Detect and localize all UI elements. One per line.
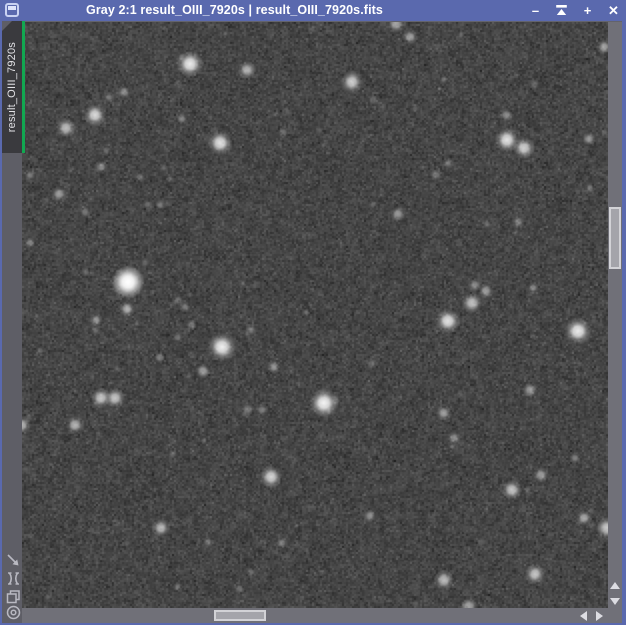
resize-arrow-button[interactable] — [5, 552, 22, 569]
horizontal-scrollbar[interactable] — [22, 608, 608, 623]
tab-label: result_OIII_7920s — [6, 41, 18, 133]
center-view-icon — [6, 605, 21, 620]
window-menu-icon[interactable] — [5, 3, 19, 17]
right-arrow-icon — [595, 610, 603, 621]
minimize-button[interactable]: – — [529, 0, 542, 21]
duplicate-window-button[interactable] — [5, 588, 22, 605]
scroll-down-button[interactable] — [608, 594, 622, 608]
vertical-scrollbar-thumb[interactable] — [609, 207, 621, 269]
up-arrow-icon — [610, 581, 620, 589]
duplicate-window-icon — [6, 590, 20, 604]
image-selector-tab[interactable]: result_OIII_7920s — [2, 21, 25, 153]
resize-arrow-icon — [7, 554, 19, 566]
fit-view-icon — [8, 572, 19, 585]
shade-button[interactable] — [555, 0, 568, 21]
maximize-button[interactable]: + — [581, 0, 594, 21]
close-button[interactable]: ✕ — [607, 0, 620, 21]
title-bar[interactable]: Gray 2:1 result_OIII_7920s | result_OIII… — [0, 0, 626, 21]
window-controls: – + ✕ — [529, 0, 620, 21]
scroll-left-button[interactable] — [576, 608, 590, 623]
window-border-right — [622, 21, 626, 625]
scrollbar-corner — [608, 608, 622, 623]
window-menu-icon-bar — [8, 6, 16, 10]
center-view-button[interactable] — [5, 604, 22, 621]
vertical-scrollbar[interactable] — [608, 22, 622, 608]
scroll-up-button[interactable] — [608, 578, 622, 592]
window-title: Gray 2:1 result_OIII_7920s | result_OIII… — [86, 3, 383, 17]
horizontal-scrollbar-thumb[interactable] — [214, 610, 266, 621]
left-arrow-icon — [579, 610, 587, 621]
image-viewport[interactable] — [22, 22, 608, 608]
shade-icon — [556, 5, 567, 15]
down-arrow-icon — [610, 597, 620, 605]
scroll-right-button[interactable] — [592, 608, 606, 623]
fit-view-button[interactable] — [5, 570, 22, 587]
